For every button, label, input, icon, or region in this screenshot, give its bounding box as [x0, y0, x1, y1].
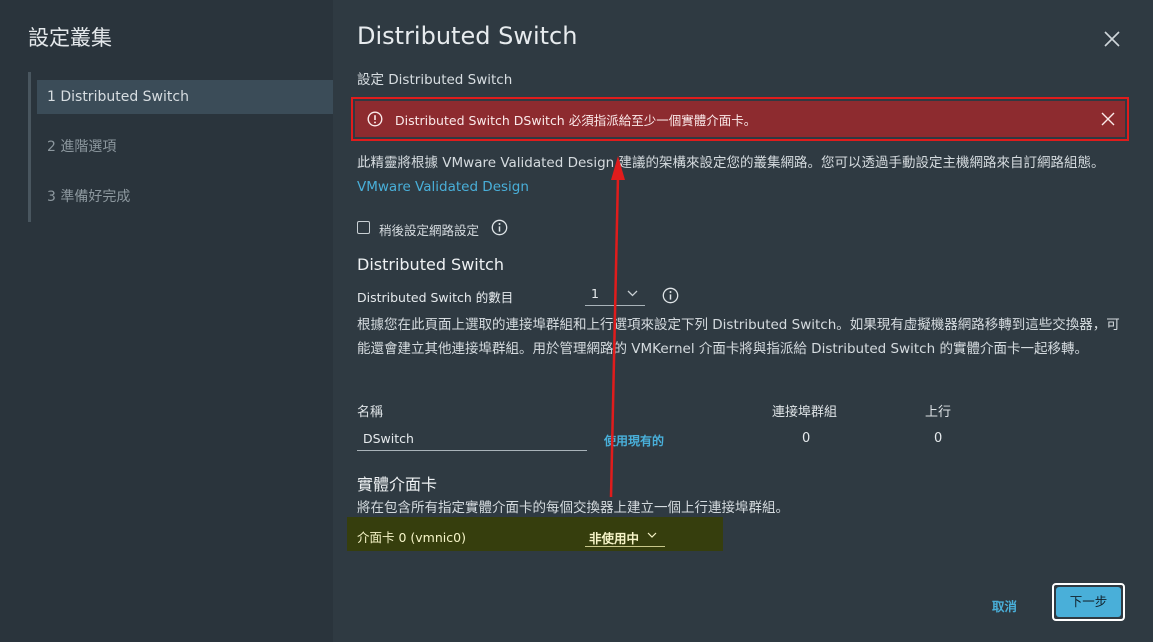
vvd-link[interactable]: VMware Validated Design: [357, 179, 529, 195]
step-distributed-switch[interactable]: 1 Distributed Switch: [37, 80, 336, 114]
column-header-uplinks: 上行: [925, 405, 952, 420]
ds-paragraph: 根據您在此頁面上選取的連接埠群組和上行選項來設定下列 Distributed S…: [357, 317, 1120, 357]
nic-row: 介面卡 0 (vmnic0) 非使用中: [347, 517, 723, 551]
main-panel: Distributed Switch 設定 Distributed Switch…: [333, 0, 1153, 642]
close-icon[interactable]: [1101, 28, 1123, 50]
physical-nic-description: 將在包含所有指定實體介面卡的每個交換器上建立一個上行連接埠群組。: [357, 500, 789, 516]
switch-name-value: DSwitch: [363, 431, 414, 446]
ds-section-title: Distributed Switch: [357, 255, 504, 274]
info-icon[interactable]: [662, 287, 679, 304]
use-existing-link[interactable]: 使用現有的: [604, 432, 664, 449]
configure-later-checkbox[interactable]: [357, 221, 370, 234]
step-advanced-options[interactable]: 2 進階選項: [37, 130, 336, 164]
nic-label: 介面卡 0 (vmnic0): [357, 530, 466, 545]
next-button[interactable]: 下一步: [1056, 587, 1121, 617]
page-title: Distributed Switch: [357, 22, 578, 50]
chevron-down-icon: [627, 290, 638, 297]
column-header-name: 名稱: [357, 405, 384, 420]
error-alert: Distributed Switch DSwitch 必須指派給至少一個實體介面…: [355, 101, 1125, 137]
cancel-button[interactable]: 取消: [992, 596, 1017, 615]
wizard-title: 設定叢集: [28, 26, 112, 50]
nic-status-value: 非使用中: [589, 531, 640, 546]
chevron-down-icon: [647, 532, 657, 538]
uplinks-count: 0: [934, 431, 943, 446]
info-icon[interactable]: [491, 219, 508, 236]
page-subtitle: 設定 Distributed Switch: [357, 72, 513, 88]
ds-count-value: 1: [591, 286, 599, 301]
wizard-steps: 1 Distributed Switch 2 進階選項 3 準備好完成: [28, 72, 336, 222]
sidebar: 設定叢集 1 Distributed Switch 2 進階選項 3 準備好完成: [0, 0, 336, 642]
ds-count-label: Distributed Switch 的數目: [357, 290, 514, 305]
wizard-description: 此精靈將根據 VMware Validated Design 建議的架構來設定您…: [357, 151, 1127, 199]
alert-message: Distributed Switch DSwitch 必須指派給至少一個實體介面…: [395, 113, 757, 128]
switch-name-input[interactable]: DSwitch: [357, 427, 587, 451]
configure-later-label: 稍後設定網路設定: [379, 223, 480, 238]
ds-count-select[interactable]: 1: [585, 282, 645, 306]
step-ready-to-complete[interactable]: 3 準備好完成: [37, 180, 336, 214]
physical-nic-title: 實體介面卡: [357, 475, 438, 494]
description-text: 此精靈將根據 VMware Validated Design 建議的架構來設定您…: [357, 155, 1105, 171]
alert-close-icon[interactable]: [1101, 112, 1115, 126]
error-icon: [367, 111, 383, 127]
portgroups-count: 0: [802, 431, 811, 446]
nic-status-select[interactable]: 非使用中: [585, 523, 665, 547]
column-header-portgroups: 連接埠群組: [772, 405, 838, 420]
